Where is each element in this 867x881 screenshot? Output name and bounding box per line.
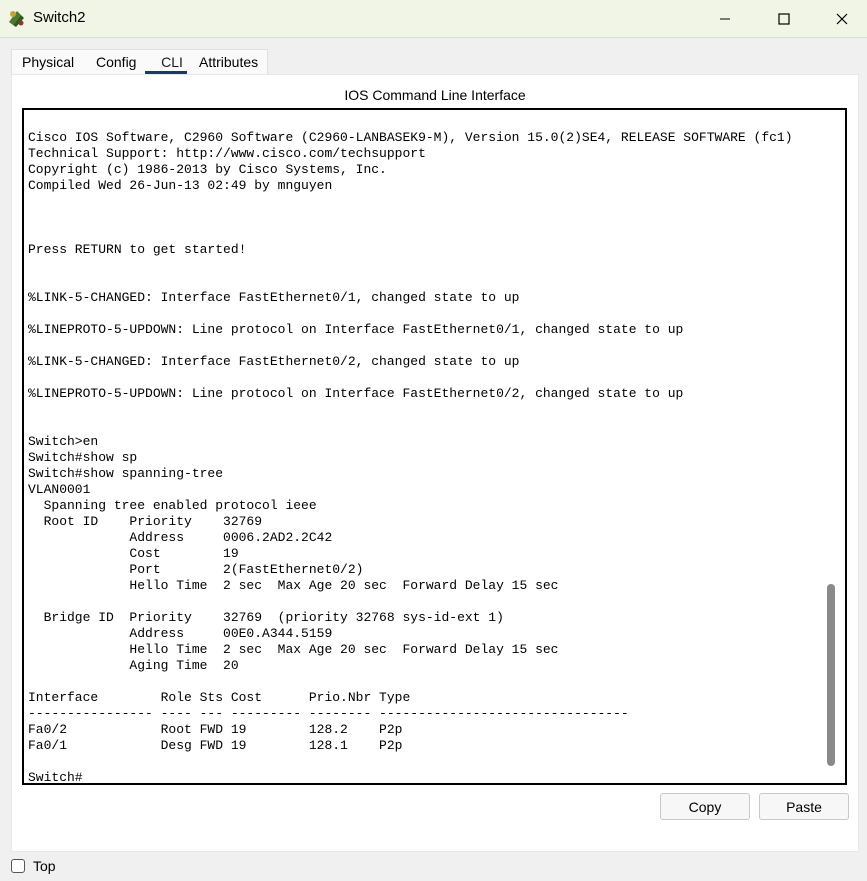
minimize-icon <box>720 18 730 19</box>
terminal-scrollbar[interactable] <box>827 130 835 770</box>
cli-header: IOS Command Line Interface <box>344 87 526 103</box>
top-option: Top <box>11 856 56 876</box>
tab-strip: Physical Config CLI Attributes <box>11 49 268 75</box>
maximize-button[interactable] <box>755 0 813 37</box>
copy-button[interactable]: Copy <box>660 793 750 820</box>
terminal-output[interactable]: Cisco IOS Software, C2960 Software (C296… <box>28 110 793 783</box>
network-switch-icon <box>7 8 27 28</box>
paste-button[interactable]: Paste <box>759 793 849 820</box>
title-bar: Switch2 <box>0 0 867 38</box>
cli-panel: IOS Command Line Interface Cisco IOS Sof… <box>11 74 859 852</box>
minimize-button[interactable] <box>696 0 754 37</box>
window-body: Physical Config CLI Attributes IOS Comma… <box>0 38 867 881</box>
tab-config[interactable]: Config <box>96 50 136 75</box>
tab-attributes[interactable]: Attributes <box>199 50 258 75</box>
close-icon <box>836 13 848 24</box>
maximize-icon <box>778 12 790 25</box>
cli-terminal[interactable]: Cisco IOS Software, C2960 Software (C296… <box>22 108 847 785</box>
tab-physical[interactable]: Physical <box>22 50 74 75</box>
close-button[interactable] <box>813 0 867 37</box>
top-checkbox[interactable] <box>11 859 25 873</box>
scrollbar-thumb[interactable] <box>827 584 835 766</box>
top-label: Top <box>33 858 56 874</box>
window-title: Switch2 <box>33 9 86 26</box>
